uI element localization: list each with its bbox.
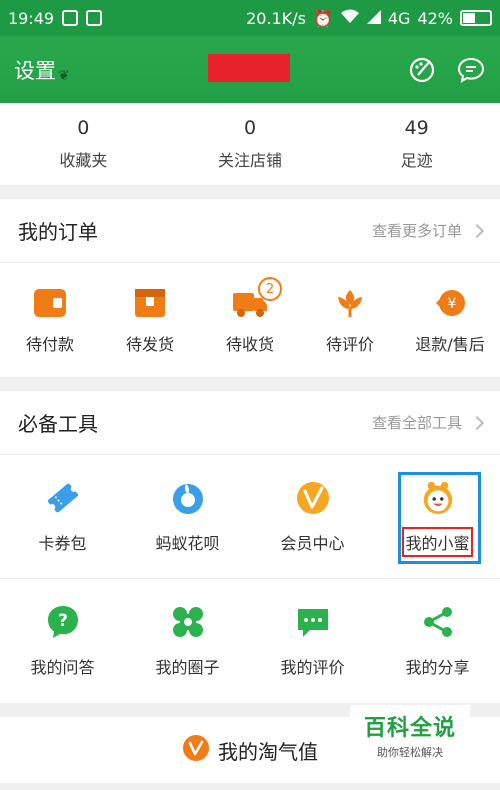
status-time: 19:49 [8,8,55,28]
tool-coupon-wallet[interactable]: 卡券包 [0,455,125,578]
order-refund-aftersale[interactable]: ¥ 退款/售后 [400,263,500,377]
order-label: 退款/售后 [415,335,485,354]
tool-my-circles[interactable]: 我的圈子 [125,579,250,703]
battery-percent: 42% [417,8,453,28]
vip-icon [295,480,331,516]
view-all-tools-label: 查看全部工具 [371,414,462,432]
tools-title: 必备工具 [18,412,98,436]
stat-label: 收藏夹 [59,151,108,170]
battery-icon [460,10,492,26]
tool-label: 我的圈子 [155,658,220,677]
stat-favorites[interactable]: 0 收藏夹 [0,103,167,185]
watermark-logo: 百科全说 助你轻松解决 [350,705,470,765]
svg-text:¥: ¥ [448,296,457,312]
flower-icon [332,285,368,321]
taoqi-logo-icon [182,734,210,766]
net-speed: 20.1K/s [246,8,306,28]
order-pending-payment[interactable]: 待付款 [0,263,100,377]
stat-value: 0 [243,117,257,139]
watermark-main: 百科全说 [363,716,456,741]
share-icon [420,604,456,640]
tool-label: 蚂蚁花呗 [155,533,220,553]
view-more-orders-label: 查看更多订单 [371,222,462,240]
redacted-username [208,54,290,82]
tool-label: 我的分享 [405,658,470,677]
clipboard-notification-icon [86,10,103,26]
orders-title: 我的订单 [18,220,98,244]
tool-my-shares[interactable]: 我的分享 [375,579,500,703]
order-pending-review[interactable]: 待评价 [300,263,400,377]
chevron-right-icon [469,223,485,238]
stat-followed-shops[interactable]: 0 关注店铺 [167,103,334,185]
wallet-icon [32,285,68,321]
comment-icon [295,604,331,640]
refund-icon: ¥ [432,285,468,321]
tool-label: 我的问答 [30,658,95,677]
tool-my-qa[interactable]: ? 我的问答 [0,579,125,703]
truck-icon: 2 [232,277,282,321]
settings-button[interactable]: 设置 [14,55,56,85]
view-more-orders-link[interactable]: 查看更多订单 [371,220,485,241]
status-bar: 19:49 20.1K/s ⏰ 4G 42% [0,0,500,36]
network-type: 4G [387,8,411,28]
question-icon: ? [45,604,81,640]
message-icon[interactable] [456,55,486,85]
taoqi-title: 我的淘气值 [218,739,318,764]
order-label: 待发货 [125,335,174,354]
tool-label: 我的评价 [280,658,345,677]
stat-footprints[interactable]: 49 足迹 [333,103,500,185]
package-icon [132,285,168,321]
ticket-icon [45,480,81,516]
circles-icon [170,604,206,640]
order-pending-receipt[interactable]: 2 待收货 [200,263,300,377]
alarm-icon: ⏰ [312,8,333,28]
stat-value: 49 [404,117,429,139]
tool-label: 卡券包 [38,533,87,553]
stats-bar: 0 收藏夹 0 关注店铺 49 足迹 [0,103,500,185]
svg-text:?: ? [58,611,68,631]
order-label: 待收货 [225,335,274,354]
holly-decoration-icon: ❦ [58,67,70,84]
screenshot-notification-icon [62,10,79,26]
highlight-box [398,472,481,564]
signal-icon [366,9,381,28]
pending-receipt-badge: 2 [258,277,282,301]
view-all-tools-link[interactable]: 查看全部工具 [371,412,485,433]
skin-theme-icon[interactable] [408,55,438,85]
stat-label: 关注店铺 [218,151,283,170]
orders-section: 我的订单 查看更多订单 待付款 待发货 2 待收货 待评价 ¥ 退款/售后 [0,199,500,377]
tool-label: 会员中心 [280,533,345,553]
chevron-right-icon [469,415,485,430]
watermark-sub: 助你轻松解决 [377,746,443,759]
order-pending-shipment[interactable]: 待发货 [100,263,200,377]
stat-label: 足迹 [400,151,433,170]
tool-huabei[interactable]: 蚂蚁花呗 [125,455,250,578]
stat-value: 0 [77,117,90,139]
order-label: 待付款 [25,335,74,354]
top-header: 设置 ❦ [0,36,500,103]
huabei-icon [170,480,206,516]
tool-my-reviews[interactable]: 我的评价 [250,579,375,703]
wifi-icon [340,8,360,28]
tool-member-center[interactable]: 会员中心 [250,455,375,578]
order-label: 待评价 [325,335,374,354]
